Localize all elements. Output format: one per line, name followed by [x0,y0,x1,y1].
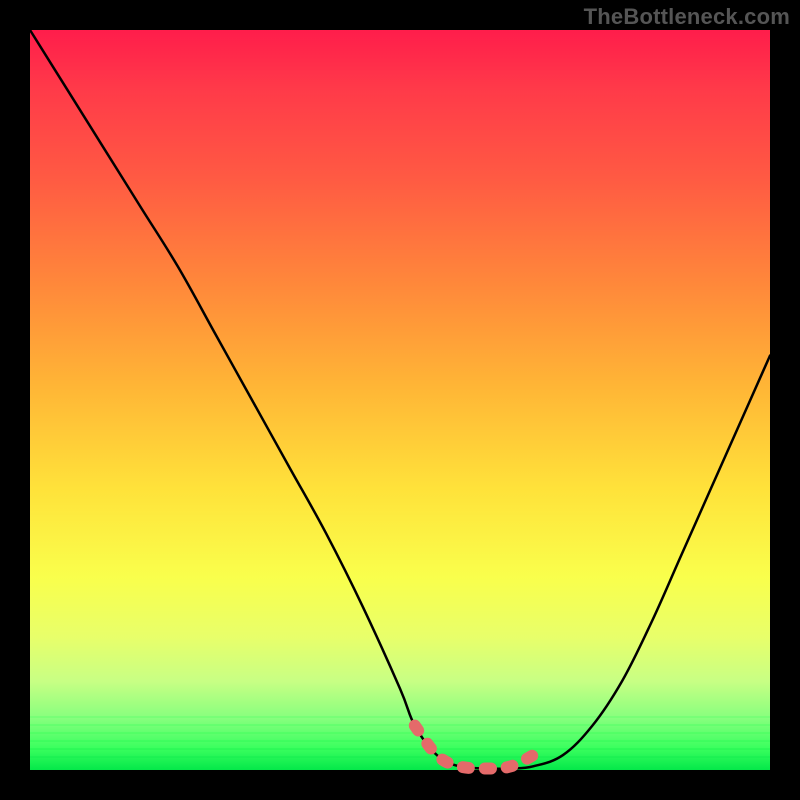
optimal-highlight-path [415,726,533,769]
watermark-text: TheBottleneck.com [584,4,790,30]
bottleneck-curve-path [30,30,770,769]
plot-area [30,30,770,770]
chart-stage: TheBottleneck.com [0,0,800,800]
curve-svg [30,30,770,770]
